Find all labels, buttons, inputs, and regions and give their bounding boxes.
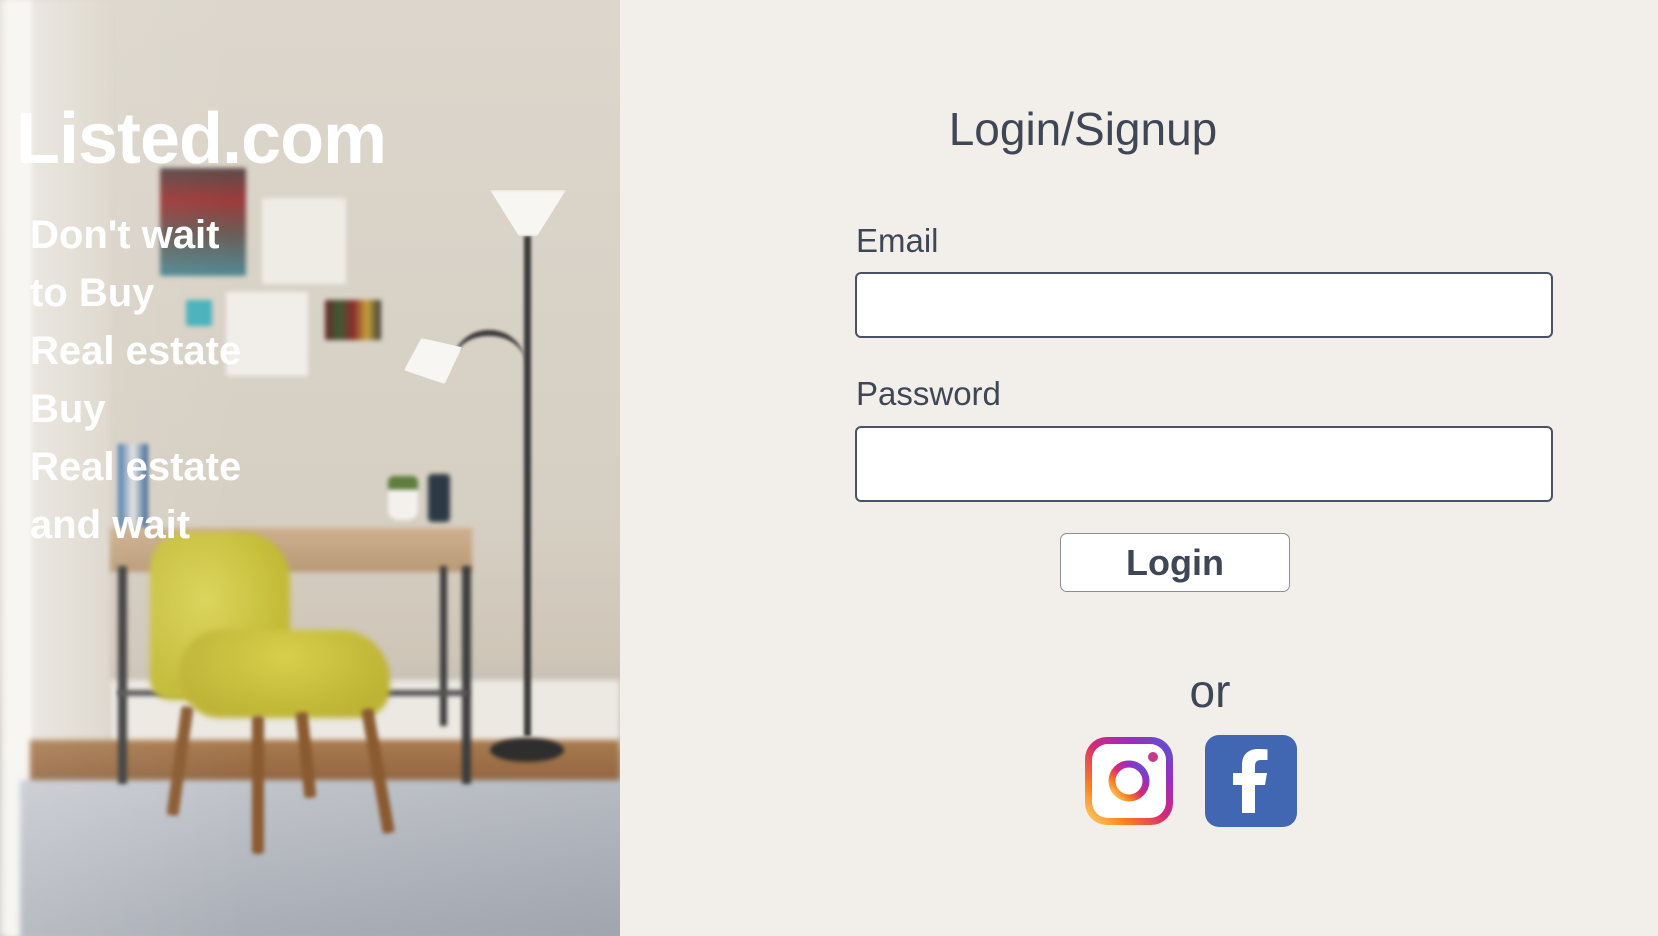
- tagline-line: to Buy: [30, 271, 155, 315]
- form-title: Login/Signup: [620, 102, 1658, 156]
- facebook-icon: [1205, 735, 1297, 827]
- login-button[interactable]: Login: [1060, 533, 1290, 592]
- tagline-line: Buy: [30, 387, 106, 431]
- login-page: Listed.com Don't wait to Buy Real estate…: [0, 0, 1658, 936]
- instagram-icon: [1085, 737, 1173, 825]
- tagline-line: Don't wait: [30, 213, 220, 257]
- hero-tagline: Don't wait to Buy Real estate Buy Real e…: [30, 206, 290, 554]
- hero-panel: Listed.com Don't wait to Buy Real estate…: [0, 0, 620, 936]
- email-label: Email: [856, 222, 939, 259]
- brand-title: Listed.com: [16, 99, 387, 179]
- tagline-line: Real estate: [30, 329, 242, 373]
- password-field[interactable]: [855, 426, 1553, 502]
- tagline-line: and wait: [30, 503, 191, 547]
- tagline-line: Real estate: [30, 445, 242, 489]
- login-form-panel: Login/Signup Email Password Login or: [620, 0, 1658, 936]
- instagram-login-button[interactable]: [1083, 735, 1175, 827]
- password-label: Password: [856, 375, 1001, 412]
- email-field[interactable]: [855, 272, 1553, 338]
- form-title-text: Login/Signup: [948, 103, 1218, 155]
- facebook-login-button[interactable]: [1205, 735, 1297, 827]
- or-divider-text: or: [1189, 665, 1231, 717]
